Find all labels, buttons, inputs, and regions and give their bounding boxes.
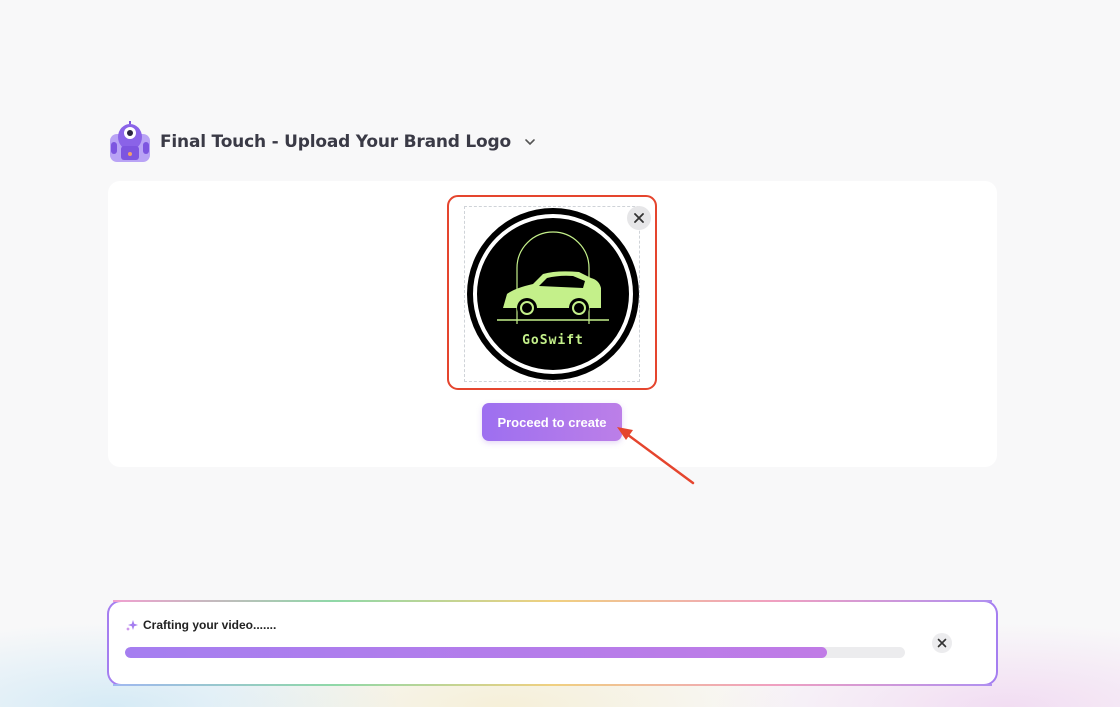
progress-track <box>125 647 905 658</box>
close-icon <box>634 213 644 223</box>
progress-status: Crafting your video....... <box>125 618 276 632</box>
progress-label: Crafting your video....... <box>143 618 277 632</box>
header: Final Touch - Upload Your Brand Logo <box>108 120 537 164</box>
progress-card: Crafting your video....... <box>109 602 996 684</box>
page: Final Touch - Upload Your Brand Logo GoS… <box>0 0 1120 707</box>
logo-highlight-frame: GoSwift <box>447 195 657 390</box>
upload-card: GoSwift Proceed to create <box>108 181 997 467</box>
close-icon <box>937 638 947 648</box>
brand-logo-image: GoSwift <box>467 208 639 380</box>
page-title: Final Touch - Upload Your Brand Logo <box>160 132 511 152</box>
proceed-to-create-button[interactable]: Proceed to create <box>482 403 622 441</box>
dismiss-progress-button[interactable] <box>932 633 952 653</box>
logo-preview: GoSwift <box>464 206 640 382</box>
sparkle-icon <box>126 619 138 631</box>
progress-panel: Crafting your video....... <box>107 600 998 686</box>
progress-fill <box>125 647 827 658</box>
logo-brand-text: GoSwift <box>522 333 584 348</box>
robot-mascot-icon <box>110 121 150 162</box>
remove-logo-button[interactable] <box>627 206 651 230</box>
chevron-down-icon[interactable] <box>523 135 537 149</box>
